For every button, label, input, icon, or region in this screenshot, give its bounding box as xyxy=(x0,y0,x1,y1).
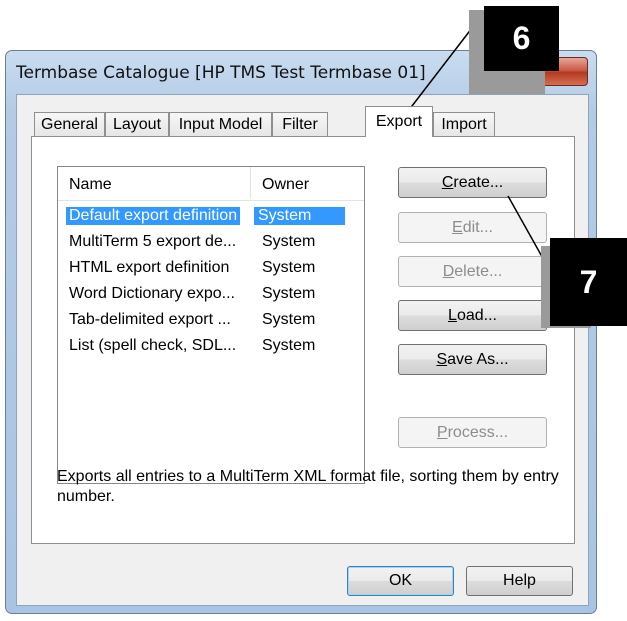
tab-export[interactable]: Export xyxy=(365,106,433,137)
callout-6: 6 xyxy=(484,6,559,71)
callout-7-number: 7 xyxy=(579,263,598,300)
callout-6-number: 6 xyxy=(512,20,531,56)
callout-7: 7 xyxy=(550,238,627,326)
callout-7-line xyxy=(507,195,546,263)
tab-label: Export xyxy=(375,113,423,130)
